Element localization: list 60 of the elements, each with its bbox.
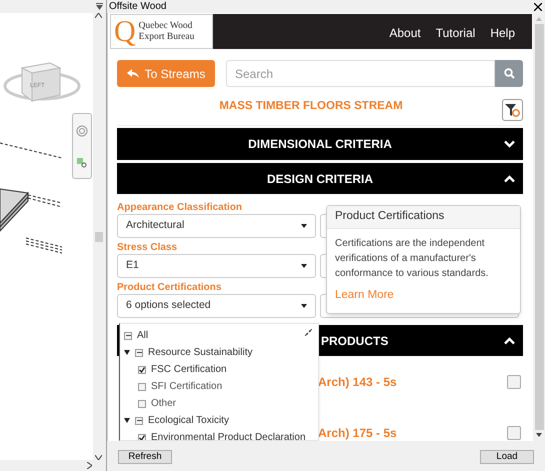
nav-link[interactable]: About <box>389 24 421 42</box>
chevron-down-icon <box>504 140 515 148</box>
steering-wheel-icon[interactable] <box>76 124 88 136</box>
chevron-up-icon <box>504 337 515 344</box>
expand-arrow-icon[interactable] <box>124 350 130 355</box>
dropdown-arrow-icon[interactable] <box>96 3 103 10</box>
panel-title: Offsite Wood <box>109 2 166 12</box>
section-header[interactable]: DESIGN CRITERIA <box>117 163 523 194</box>
select-field[interactable]: Architectural <box>117 214 316 238</box>
option-label[interactable]: Other <box>151 396 176 411</box>
select-field[interactable]: 6 options selected <box>117 294 316 318</box>
footer-button[interactable]: Load <box>480 450 534 464</box>
caret-icon <box>301 224 307 228</box>
zoom-icon[interactable] <box>77 158 87 168</box>
checkbox[interactable] <box>138 434 146 440</box>
search-button[interactable] <box>495 60 523 87</box>
logo-text: Export Bureau <box>138 32 194 42</box>
option-label[interactable]: Ecological Toxicity <box>148 413 229 428</box>
section-header[interactable]: DIMENSIONAL CRITERIA <box>117 128 523 160</box>
caret-icon <box>301 304 307 308</box>
checkbox[interactable] <box>507 374 521 388</box>
chevron-up-icon <box>504 175 515 182</box>
filter-icon <box>505 102 520 118</box>
field-label: Stress Class <box>117 242 178 254</box>
popover-text: Certifications are the independent verifications of a manufacturer's conformance to various standards. <box>335 237 490 281</box>
scroll-up-icon[interactable] <box>95 13 102 18</box>
checkbox[interactable] <box>135 416 143 424</box>
checkbox[interactable] <box>135 348 143 356</box>
checkbox[interactable] <box>138 400 146 408</box>
floor-slab-drawing <box>0 188 30 232</box>
footer-button[interactable]: Refresh <box>118 450 172 464</box>
scroll-down-icon[interactable] <box>95 455 102 460</box>
caret-icon <box>301 264 307 268</box>
nav-link[interactable]: Help <box>490 24 515 42</box>
return-arrow-icon <box>126 68 139 78</box>
option-label[interactable]: SFI Certification <box>151 379 222 394</box>
checkbox[interactable] <box>138 382 146 390</box>
nav-link[interactable]: Tutorial <box>436 24 476 42</box>
scroll-down-icon[interactable] <box>536 433 542 437</box>
stream-title: MASS TIMBER FLOORS STREAM <box>219 99 403 114</box>
logo-text: Quebec Wood <box>138 20 194 32</box>
field-label: Product Certifications <box>117 282 222 294</box>
logo-letter: Q <box>114 16 136 46</box>
reset-filter-button[interactable] <box>502 99 523 121</box>
scroll-right-icon[interactable] <box>87 462 92 469</box>
field-label: Appearance Classification <box>117 202 244 214</box>
search-icon <box>504 68 514 79</box>
checkbox[interactable] <box>138 366 146 374</box>
option-label[interactable]: Environmental Product Declaration <box>151 430 306 440</box>
close-icon[interactable] <box>534 2 542 10</box>
checkbox[interactable] <box>124 332 132 340</box>
expand-arrow-icon[interactable] <box>124 418 130 423</box>
popover-title: Product Certifications <box>327 206 520 229</box>
option-label[interactable]: FSC Certification <box>151 362 227 377</box>
search-field[interactable]: Search <box>226 60 495 87</box>
option-label[interactable]: All <box>137 328 148 343</box>
checkbox[interactable] <box>507 426 521 440</box>
collapse-icon[interactable] <box>305 329 312 336</box>
navigation-bar[interactable] <box>72 113 92 179</box>
select-field[interactable]: E1 <box>117 254 316 278</box>
